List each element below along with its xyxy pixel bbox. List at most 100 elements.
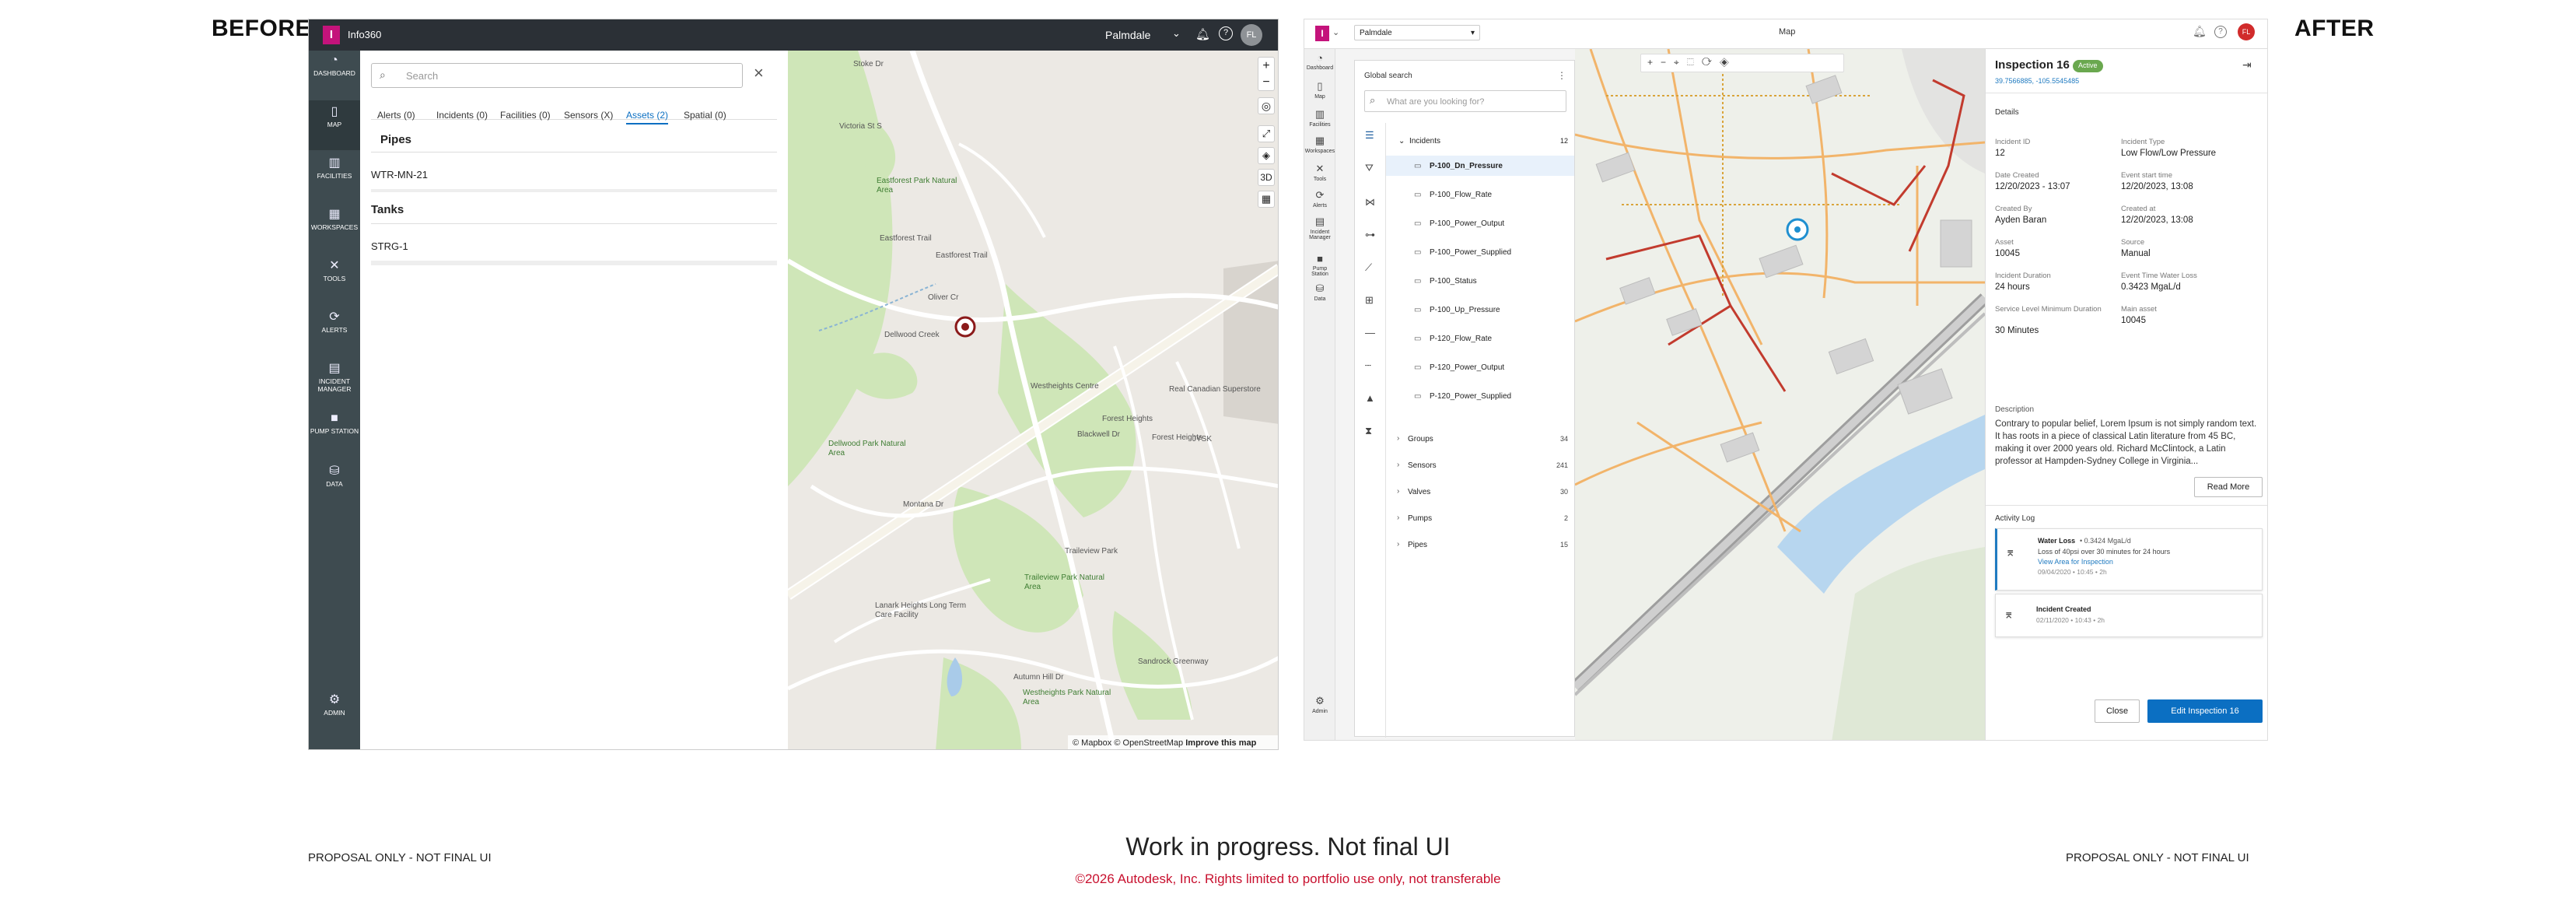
bell-icon[interactable]: 🔔︎ — [1195, 27, 1210, 41]
sidebar-item-incident-manager[interactable]: ▤ INCIDENT MANAGER — [309, 357, 360, 407]
list-icon[interactable]: ☰ — [1365, 129, 1374, 142]
improve-map-link[interactable]: Improve this map — [1185, 738, 1256, 748]
rail-item-admin[interactable]: ⚙ Admin — [1304, 695, 1335, 714]
read-more-button[interactable]: Read More — [2194, 477, 2263, 497]
search-input[interactable]: ⌕ What are you looking for? — [1364, 90, 1566, 112]
avatar[interactable]: FL — [2238, 23, 2255, 40]
result-item-tank[interactable]: STRG-1 — [371, 240, 408, 252]
map-label: Victoria St S — [839, 122, 882, 131]
chevron-right-icon: › — [1397, 487, 1400, 496]
sidebar-item-dashboard[interactable]: ◔ DASHBOARD — [309, 51, 360, 100]
chevron-down-icon[interactable]: ⌄ — [1172, 27, 1181, 40]
tree-node-valves[interactable]: › Valves 30 — [1386, 486, 1574, 501]
result-item-pipe[interactable]: WTR-MN-21 — [371, 169, 428, 181]
incident-label: P-120_Power_Supplied — [1430, 392, 1512, 401]
rail-item-pump-station[interactable]: ■ Pump Station — [1304, 253, 1335, 277]
triangle-icon[interactable]: ▲ — [1365, 392, 1375, 404]
layers-icon[interactable]: ◈ — [1258, 147, 1275, 164]
field-value: 10045 — [1995, 249, 2020, 258]
3d-icon[interactable]: 3D — [1258, 169, 1275, 186]
log-link[interactable]: View Area for Inspection — [2038, 558, 2113, 566]
sidebar-item-tools[interactable]: ✕ TOOLS — [309, 254, 360, 304]
rail-item-facilities[interactable]: ▥ Facilities — [1304, 108, 1335, 128]
tree-node-groups[interactable]: › Groups 34 — [1386, 433, 1574, 448]
incident-item[interactable]: ▭ P-100_Power_Output — [1386, 213, 1574, 233]
tree-node-pumps[interactable]: › Pumps 2 — [1386, 512, 1574, 528]
tab-spatial[interactable]: Spatial (0) — [684, 110, 726, 121]
rail-item-workspaces[interactable]: ▦ Workspaces — [1304, 135, 1335, 154]
zoom-controls[interactable]: + − — [1258, 57, 1275, 91]
incident-item[interactable]: ▭ P-100_Power_Supplied — [1386, 242, 1574, 262]
sidebar-item-facilities[interactable]: ▥ FACILITIES — [309, 152, 360, 202]
close-button[interactable]: Close — [2095, 699, 2140, 723]
tab-incidents[interactable]: Incidents (0) — [436, 110, 488, 121]
activity-log-entry[interactable]: ⌆ Incident Created 02/11/2020 • 10:43 • … — [1995, 594, 2263, 637]
map-icon: ▯ — [331, 105, 338, 118]
incident-icon: ▭ — [1414, 191, 1422, 199]
tree-node-sensors[interactable]: › Sensors 241 — [1386, 459, 1574, 475]
location-select[interactable]: Palmdale — [1105, 29, 1150, 41]
map-view[interactable]: + − ◎ ⤢ ◈ 3D ▦ © Mapbox © OpenStreetMap I… — [788, 51, 1278, 749]
close-icon[interactable]: × — [754, 63, 764, 83]
dotted-line-icon[interactable]: ┄ — [1365, 359, 1371, 372]
tree-node-pipes[interactable]: › Pipes 15 — [1386, 538, 1574, 554]
sidebar-item-label: FACILITIES — [317, 172, 352, 180]
rail-item-alerts[interactable]: ⟳ Alerts — [1304, 189, 1335, 209]
nav-rail: ◔ Dashboard ▯ Map ▥ Facilities ▦ Workspaces ✕ Too… — [1304, 49, 1335, 740]
activity-log-entry[interactable]: ⌆ Water Loss • 0.3424 MgaL/d Loss of 40p… — [1995, 528, 2263, 591]
map-toolbar[interactable]: +−⌖⬚⟳◈ — [1640, 54, 1844, 72]
more-icon[interactable]: ⋮ — [1557, 70, 1566, 81]
map-label: Lanark Heights Long Term Care Facility — [875, 601, 967, 619]
sidebar-item-admin[interactable]: ⚙ ADMIN — [309, 689, 360, 738]
sidebar-item-data[interactable]: ⛁ DATA — [309, 460, 360, 510]
edit-inspection-button[interactable]: Edit Inspection 16 — [2147, 699, 2263, 723]
pipe-icon[interactable]: ⟋ — [1365, 261, 1372, 274]
rail-item-map[interactable]: ▯ Map — [1304, 80, 1335, 100]
tab-alerts[interactable]: Alerts (0) — [377, 110, 415, 121]
sidebar-item-map[interactable]: ▯ MAP — [309, 100, 360, 150]
sidebar-item-alerts[interactable]: ⟳ ALERTS — [309, 306, 360, 356]
wip-title: Work in progress. Not final UI — [1125, 833, 1451, 861]
help-icon[interactable]: ? — [2214, 26, 2227, 38]
collapse-panel-icon[interactable]: ⇥ — [2242, 58, 2252, 72]
location-value: Palmdale — [1360, 29, 1392, 37]
avatar[interactable]: FL — [1241, 24, 1262, 46]
line-icon[interactable]: — — [1365, 327, 1375, 338]
bell-icon[interactable]: 🔔︎ — [2193, 25, 2207, 38]
incident-item[interactable]: ▭ P-100_Dn_Pressure — [1386, 156, 1574, 176]
tab-assets[interactable]: Assets (2) — [626, 110, 669, 124]
sidebar-item-pump-station[interactable]: ■ PUMP STATION — [309, 408, 360, 458]
app-menu-chevron-icon[interactable]: ⌄ — [1332, 27, 1339, 37]
rail-item-tools[interactable]: ✕ Tools — [1304, 163, 1335, 182]
sidebar-item-workspaces[interactable]: ▦ WORKSPACES — [309, 203, 360, 253]
incident-item[interactable]: ▭ P-120_Flow_Rate — [1386, 328, 1574, 349]
locate-icon[interactable]: ◎ — [1258, 97, 1275, 114]
valve-icon[interactable]: ⋈ — [1365, 196, 1375, 209]
tree-node-label: Pumps — [1408, 514, 1433, 523]
incident-item[interactable]: ▭ P-120_Power_Output — [1386, 357, 1574, 377]
tree-node-incidents[interactable]: ⌄ Incidents — [1398, 137, 1440, 145]
meter-icon[interactable]: ⊞ — [1365, 294, 1374, 307]
connector-icon[interactable]: ⊶ — [1365, 229, 1375, 241]
tab-sensors[interactable]: Sensors (X) — [564, 110, 613, 121]
help-icon[interactable]: ? — [1219, 26, 1233, 40]
search-input[interactable]: ⌕ Search — [371, 63, 743, 88]
map-label: Dellwood Park Natural Area — [828, 440, 906, 458]
location-select[interactable]: Palmdale ▾ — [1354, 25, 1480, 40]
fullscreen-icon[interactable]: ⤢ — [1258, 125, 1275, 142]
field-value: 12/20/2023, 13:08 — [2121, 216, 2193, 225]
incident-item[interactable]: ▭ P-120_Power_Supplied — [1386, 386, 1574, 406]
measure-icon[interactable]: ▦ — [1258, 191, 1275, 208]
map-canvas — [1575, 49, 1985, 740]
incident-item[interactable]: ▭ P-100_Status — [1386, 271, 1574, 291]
rail-item-incident-manager[interactable]: ▤ Incident Manager — [1304, 216, 1335, 240]
pump-icon[interactable]: ⛛ — [1365, 162, 1374, 174]
coordinates-link[interactable]: 39.7566885, -105.5545485 — [1995, 77, 2079, 85]
tab-facilities[interactable]: Facilities (0) — [500, 110, 551, 121]
incident-item[interactable]: ▭ P-100_Up_Pressure — [1386, 300, 1574, 320]
incident-item[interactable]: ▭ P-100_Flow_Rate — [1386, 184, 1574, 205]
hourglass-icon[interactable]: ⧗ — [1365, 425, 1372, 437]
map-view[interactable]: +−⌖⬚⟳◈ — [1575, 49, 1985, 740]
rail-item-dashboard[interactable]: ◔ Dashboard — [1304, 52, 1335, 71]
rail-item-data[interactable]: ⛁ Data — [1304, 282, 1335, 302]
